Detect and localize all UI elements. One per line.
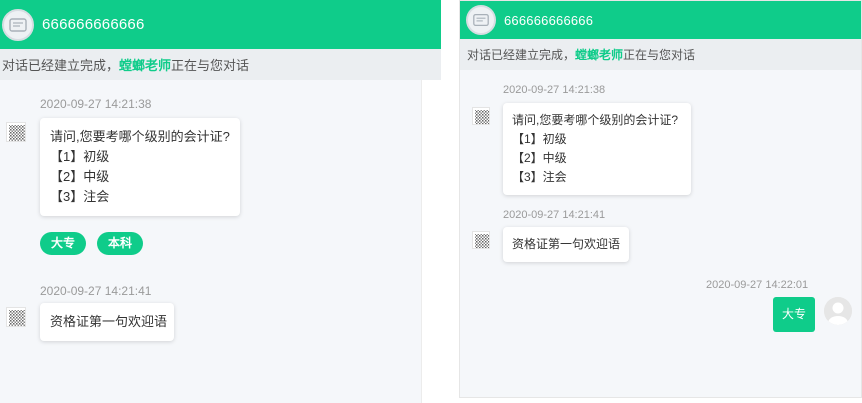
message-timestamp: 2020-09-27 14:21:41 <box>40 284 152 298</box>
message-line: 【2】中级 <box>512 151 567 165</box>
message-line: 【3】注会 <box>50 189 110 204</box>
quick-reply-button[interactable]: 大专 <box>40 232 86 255</box>
message-line: 【3】注会 <box>512 170 567 184</box>
teacher-name: 螳螂老师 <box>575 48 624 62</box>
message-line: 【2】中级 <box>50 169 110 184</box>
scroll-track[interactable] <box>421 80 441 403</box>
agent-avatar-icon <box>473 13 489 27</box>
notice-suffix: 正在与您对话 <box>171 58 250 73</box>
message-line: 【1】初级 <box>512 132 567 146</box>
message-line: 请问,您要考哪个级别的会计证? <box>50 129 230 144</box>
chat-window-right: 666666666666 对话已经建立完成， 螳螂老师 正在与您对话 2020-… <box>459 0 862 398</box>
message-line: 请问,您要考哪个级别的会计证? <box>512 113 679 127</box>
connection-notice: 对话已经建立完成， 螳螂老师 正在与您对话 <box>460 39 861 70</box>
qr-avatar-icon <box>6 307 26 327</box>
message-bubble: 资格证第一句欢迎语 <box>503 227 629 262</box>
quick-reply-button[interactable]: 本科 <box>97 232 143 255</box>
message-timestamp: 2020-09-27 14:21:41 <box>503 209 606 221</box>
sent-timestamp: 2020-09-27 14:22:01 <box>706 279 809 291</box>
chat-header: 666666666666 <box>460 1 861 39</box>
chat-window-left: 666666666666 对话已经建立完成， 螳螂老师 正在与您对话 2020-… <box>0 0 441 403</box>
message-bubble: 资格证第一句欢迎语 <box>40 303 174 341</box>
message-line: 【1】初级 <box>50 149 110 164</box>
qr-avatar-icon <box>472 107 490 125</box>
notice-prefix: 对话已经建立完成， <box>467 48 576 62</box>
qr-avatar-icon <box>472 231 490 249</box>
header-title: 666666666666 <box>504 12 594 28</box>
message-bubble: 请问,您要考哪个级别的会计证? 【1】初级 【2】中级 【3】注会 <box>40 118 240 216</box>
sent-message-bubble: 大专 <box>773 297 815 332</box>
message-timestamp: 2020-09-27 14:21:38 <box>503 84 606 96</box>
user-avatar-icon <box>824 297 852 325</box>
agent-avatar <box>2 8 34 41</box>
notice-prefix: 对话已经建立完成， <box>2 58 120 73</box>
message-line: 资格证第一句欢迎语 <box>512 237 621 251</box>
message-bubble: 请问,您要考哪个级别的会计证? 【1】初级 【2】中级 【3】注会 <box>503 103 691 195</box>
agent-avatar-icon <box>9 17 27 32</box>
header-title: 666666666666 <box>42 16 145 33</box>
qr-avatar-icon <box>6 122 26 142</box>
message-timestamp: 2020-09-27 14:21:38 <box>40 97 152 111</box>
teacher-name: 螳螂老师 <box>119 58 172 73</box>
notice-suffix: 正在与您对话 <box>623 48 696 62</box>
message-line: 资格证第一句欢迎语 <box>50 314 168 329</box>
chat-header: 666666666666 <box>0 0 441 49</box>
connection-notice: 对话已经建立完成， 螳螂老师 正在与您对话 <box>0 49 441 80</box>
user-avatar <box>824 297 852 325</box>
agent-avatar <box>466 5 496 35</box>
